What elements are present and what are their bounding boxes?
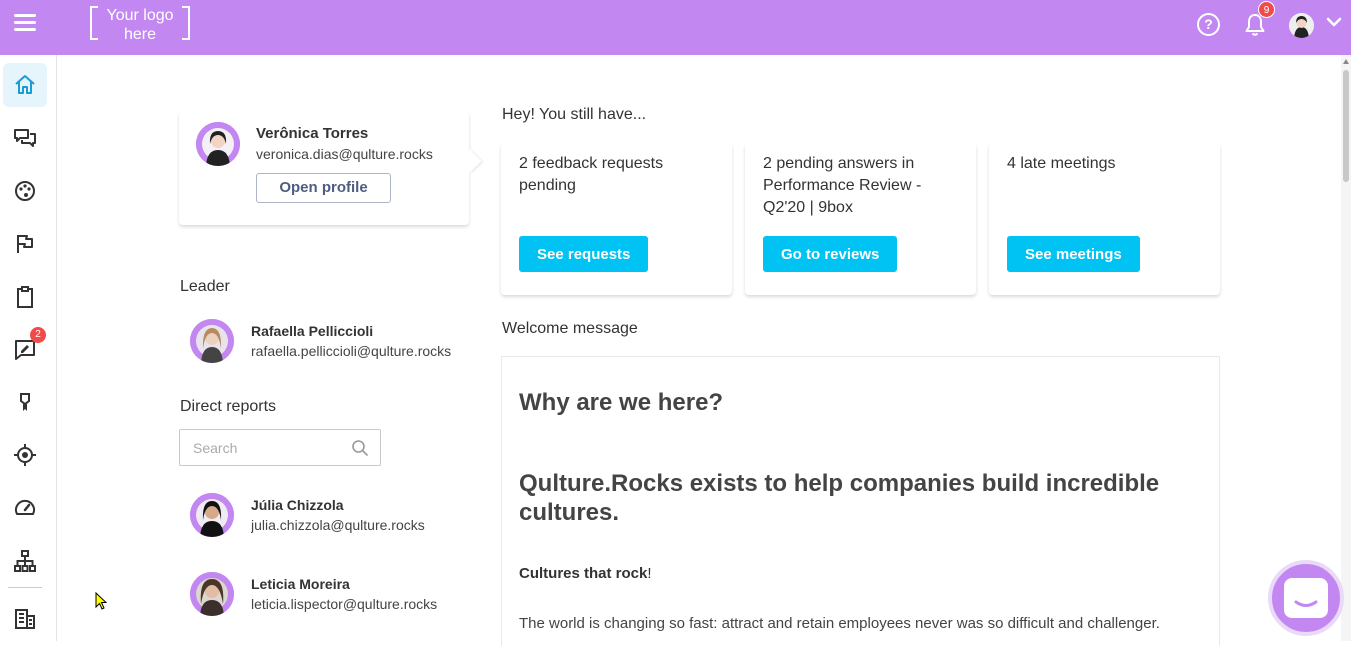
leader-item[interactable]: Rafaella Pelliccioli rafaella.pellicciol… [190,319,480,365]
welcome-heading: Why are we here? [519,389,724,416]
direct-report-avatar [190,572,234,616]
direct-report-email: leticia.lispector@qulture.rocks [251,596,438,612]
open-profile-button[interactable]: Open profile [256,173,391,203]
profile-card: Verônica Torres veronica.dias@qulture.ro… [179,111,469,225]
see-requests-button[interactable]: See requests [519,236,649,272]
feedback-badge: 2 [30,327,46,343]
search-input[interactable] [193,439,343,457]
target-icon[interactable] [3,433,47,477]
direct-report-item[interactable]: Júlia Chizzola julia.chizzola@qulture.ro… [190,493,480,539]
welcome-bold-text: Cultures that rock [519,565,648,582]
pending-card-text: 2 feedback requests pending [519,155,664,194]
leader-email: rafaella.pelliccioli@qulture.rocks [251,343,452,359]
direct-report-item[interactable]: Leticia Moreira leticia.lispector@qultur… [190,572,480,618]
pending-card-feedback: 2 feedback requests pending See requests [501,143,732,295]
scroll-up-arrow[interactable] [1343,59,1349,64]
company-logo[interactable]: Your logo here [90,6,190,43]
user-avatar[interactable] [1289,13,1314,38]
leader-title: Leader [180,278,230,295]
direct-report-name: Júlia Chizzola [251,497,344,513]
welcome-bold-line: Cultures that rock! [519,565,652,582]
speedometer-icon[interactable] [3,486,47,530]
notification-badge: 9 [1258,1,1275,18]
chat-icon [1284,578,1328,618]
welcome-subheading: Qulture.Rocks exists to help companies b… [519,470,1160,526]
pending-card-meetings: 4 late meetings See meetings [989,143,1220,295]
profile-name: Verônica Torres [256,125,369,142]
leader-avatar [190,319,234,363]
pending-card-text: 2 pending answers in Performance Review … [763,155,922,216]
pending-card-text: 4 late meetings [1007,155,1116,172]
welcome-message-box: Why are we here? Qulture.Rocks exists to… [501,356,1220,646]
building-icon[interactable] [3,597,47,641]
flag-icon[interactable] [3,222,47,266]
palette-icon[interactable] [3,169,47,213]
chat-widget-button[interactable] [1268,560,1344,636]
search-icon[interactable] [351,439,369,457]
pending-card-reviews: 2 pending answers in Performance Review … [745,143,976,295]
see-meetings-button[interactable]: See meetings [1007,236,1140,272]
mouse-cursor-icon [95,592,107,610]
chevron-down-icon[interactable] [1326,16,1342,28]
chat-icon[interactable] [3,116,47,160]
home-icon[interactable] [3,63,47,107]
direct-report-avatar [190,493,234,537]
help-icon[interactable]: ? [1197,13,1220,36]
direct-reports-title: Direct reports [180,398,277,415]
clipboard-icon[interactable] [3,275,47,319]
welcome-paragraph: The world is changing so fast: attract a… [519,615,1160,632]
menu-icon[interactable] [14,14,36,32]
leader-name: Rafaella Pelliccioli [251,323,374,339]
pending-title: Hey! You still have... [502,106,647,123]
logo-text: Your logo here [106,7,174,43]
top-bar: Your logo here ? 9 [0,0,1351,55]
profile-avatar[interactable] [196,122,240,166]
scrollbar-thumb[interactable] [1343,70,1349,182]
sidebar: 2 [0,55,57,641]
direct-report-email: julia.chizzola@qulture.rocks [251,517,425,533]
org-chart-icon[interactable] [3,539,47,583]
welcome-title: Welcome message [502,320,638,337]
award-icon[interactable] [3,381,47,425]
direct-report-name: Leticia Moreira [251,576,350,592]
sidebar-divider [8,587,42,588]
welcome-exclamation: ! [647,565,652,582]
direct-reports-search [179,429,381,466]
go-to-reviews-button[interactable]: Go to reviews [763,236,898,272]
profile-email: veronica.dias@qulture.rocks [256,146,433,162]
